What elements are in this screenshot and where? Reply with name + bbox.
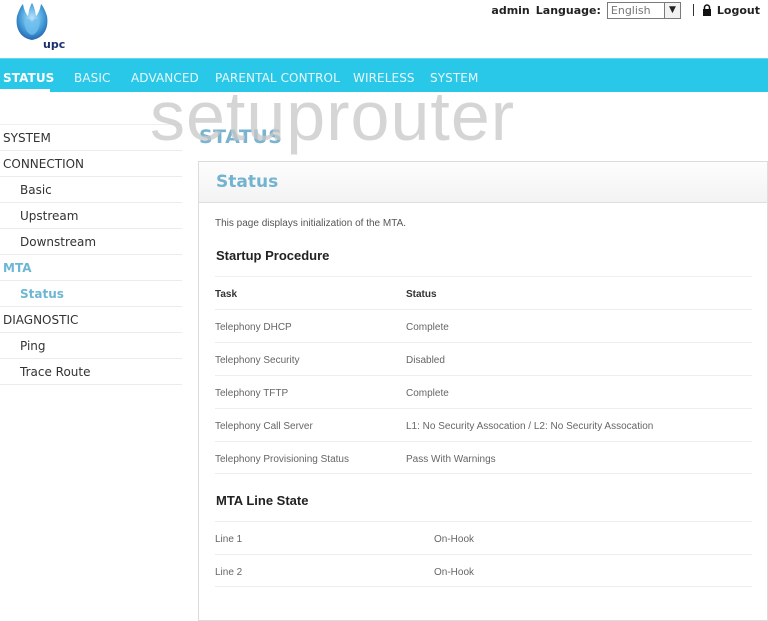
task-cell: Telephony DHCP <box>215 322 292 333</box>
status-cell: Complete <box>406 388 449 399</box>
sidebar-item-mta-status[interactable]: Status <box>0 281 182 307</box>
nav-tab-wireless[interactable]: WIRELESS <box>353 71 415 85</box>
mta-line-state-table: Line 1 On-Hook Line 2 On-Hook <box>215 521 752 587</box>
sidebar-item-connection[interactable]: CONNECTION <box>0 151 182 177</box>
nav-tab-advanced[interactable]: ADVANCED <box>131 71 199 85</box>
status-cell: Complete <box>406 322 449 333</box>
panel-header: Status <box>199 162 767 203</box>
sidebar-item-label: DIAGNOSTIC <box>3 312 79 327</box>
startup-procedure-title: Startup Procedure <box>216 248 330 263</box>
line-cell: Line 2 <box>215 567 243 578</box>
language-value: English <box>610 3 651 17</box>
language-select[interactable]: English ▼ <box>606 1 681 19</box>
task-cell: Telephony Call Server <box>215 421 313 432</box>
table-row: Telephony Security Disabled <box>215 342 752 375</box>
active-tab-indicator <box>0 89 50 92</box>
top-bar: admin Language: English ▼ Logout <box>491 1 760 19</box>
column-header-task: Task <box>215 289 238 300</box>
table-row: Line 1 On-Hook <box>215 521 752 554</box>
language-label: Language: <box>535 3 601 17</box>
startup-procedure-table: Task Status Telephony DHCP Complete Tele… <box>215 276 752 474</box>
upc-flower-logo-icon <box>16 3 48 40</box>
status-panel: Status This page displays initialization… <box>198 161 768 621</box>
table-row: Telephony Call Server L1: No Security As… <box>215 408 752 441</box>
line-cell: Line 1 <box>215 534 243 545</box>
status-cell: Disabled <box>406 355 445 366</box>
logo-text: upc <box>43 38 66 51</box>
line-state-cell: On-Hook <box>434 534 475 545</box>
sidebar-item-label: CONNECTION <box>3 156 85 171</box>
sidebar-item-trace-route[interactable]: Trace Route <box>0 359 182 385</box>
sidebar-item-label: SYSTEM <box>3 130 51 145</box>
status-cell: Pass With Warnings <box>406 454 496 465</box>
sidebar-item-downstream[interactable]: Downstream <box>0 229 182 255</box>
status-cell: L1: No Security Assocation / L2: No Secu… <box>406 421 654 432</box>
lock-icon <box>702 4 711 16</box>
table-row: Telephony Provisioning Status Pass With … <box>215 441 752 474</box>
table-row: Line 2 On-Hook <box>215 554 752 587</box>
column-header-status: Status <box>406 289 437 300</box>
page-description: This page displays initialization of the… <box>215 218 407 229</box>
table-header-row: Task Status <box>215 276 752 309</box>
sidebar-item-label: MTA <box>3 260 32 275</box>
sidebar-item-diagnostic[interactable]: DIAGNOSTIC <box>0 307 182 333</box>
sidebar-item-system[interactable]: SYSTEM <box>0 125 182 151</box>
table-row: Telephony TFTP Complete <box>215 375 752 408</box>
task-cell: Telephony Provisioning Status <box>215 454 349 465</box>
nav-tab-basic[interactable]: BASIC <box>74 71 110 85</box>
logout-link[interactable]: Logout <box>717 4 760 17</box>
table-row: Telephony DHCP Complete <box>215 309 752 342</box>
main-nav: STATUS BASIC ADVANCED PARENTAL CONTROL W… <box>0 58 768 92</box>
page-title: STATUS <box>199 126 283 148</box>
nav-tab-status[interactable]: STATUS <box>3 71 54 85</box>
chevron-down-icon[interactable]: ▼ <box>663 2 680 18</box>
header: upc admin Language: English ▼ Logout <box>0 0 768 58</box>
sidebar-item-label: Ping <box>20 338 46 353</box>
username: admin <box>491 3 530 17</box>
sidebar-item-ping[interactable]: Ping <box>0 333 182 359</box>
upc-logo[interactable]: upc <box>10 2 66 51</box>
sidebar-item-label: Downstream <box>20 234 97 249</box>
line-state-cell: On-Hook <box>434 567 475 578</box>
panel-title: Status <box>216 172 279 192</box>
task-cell: Telephony TFTP <box>215 388 289 399</box>
sidebar-item-label: Trace Route <box>20 364 91 379</box>
sidebar-item-label: Basic <box>20 182 52 197</box>
sidebar-item-label: Upstream <box>20 208 79 223</box>
nav-tab-system[interactable]: SYSTEM <box>430 71 478 85</box>
sidebar: SYSTEM CONNECTION Basic Upstream Downstr… <box>0 125 182 385</box>
task-cell: Telephony Security <box>215 355 300 366</box>
sidebar-item-mta[interactable]: MTA <box>0 255 182 281</box>
divider <box>692 4 694 16</box>
nav-tab-parental-control[interactable]: PARENTAL CONTROL <box>215 71 340 85</box>
sidebar-item-label: Status <box>20 286 64 301</box>
sidebar-item-basic[interactable]: Basic <box>0 177 182 203</box>
sidebar-item-upstream[interactable]: Upstream <box>0 203 182 229</box>
mta-line-state-title: MTA Line State <box>216 493 309 508</box>
